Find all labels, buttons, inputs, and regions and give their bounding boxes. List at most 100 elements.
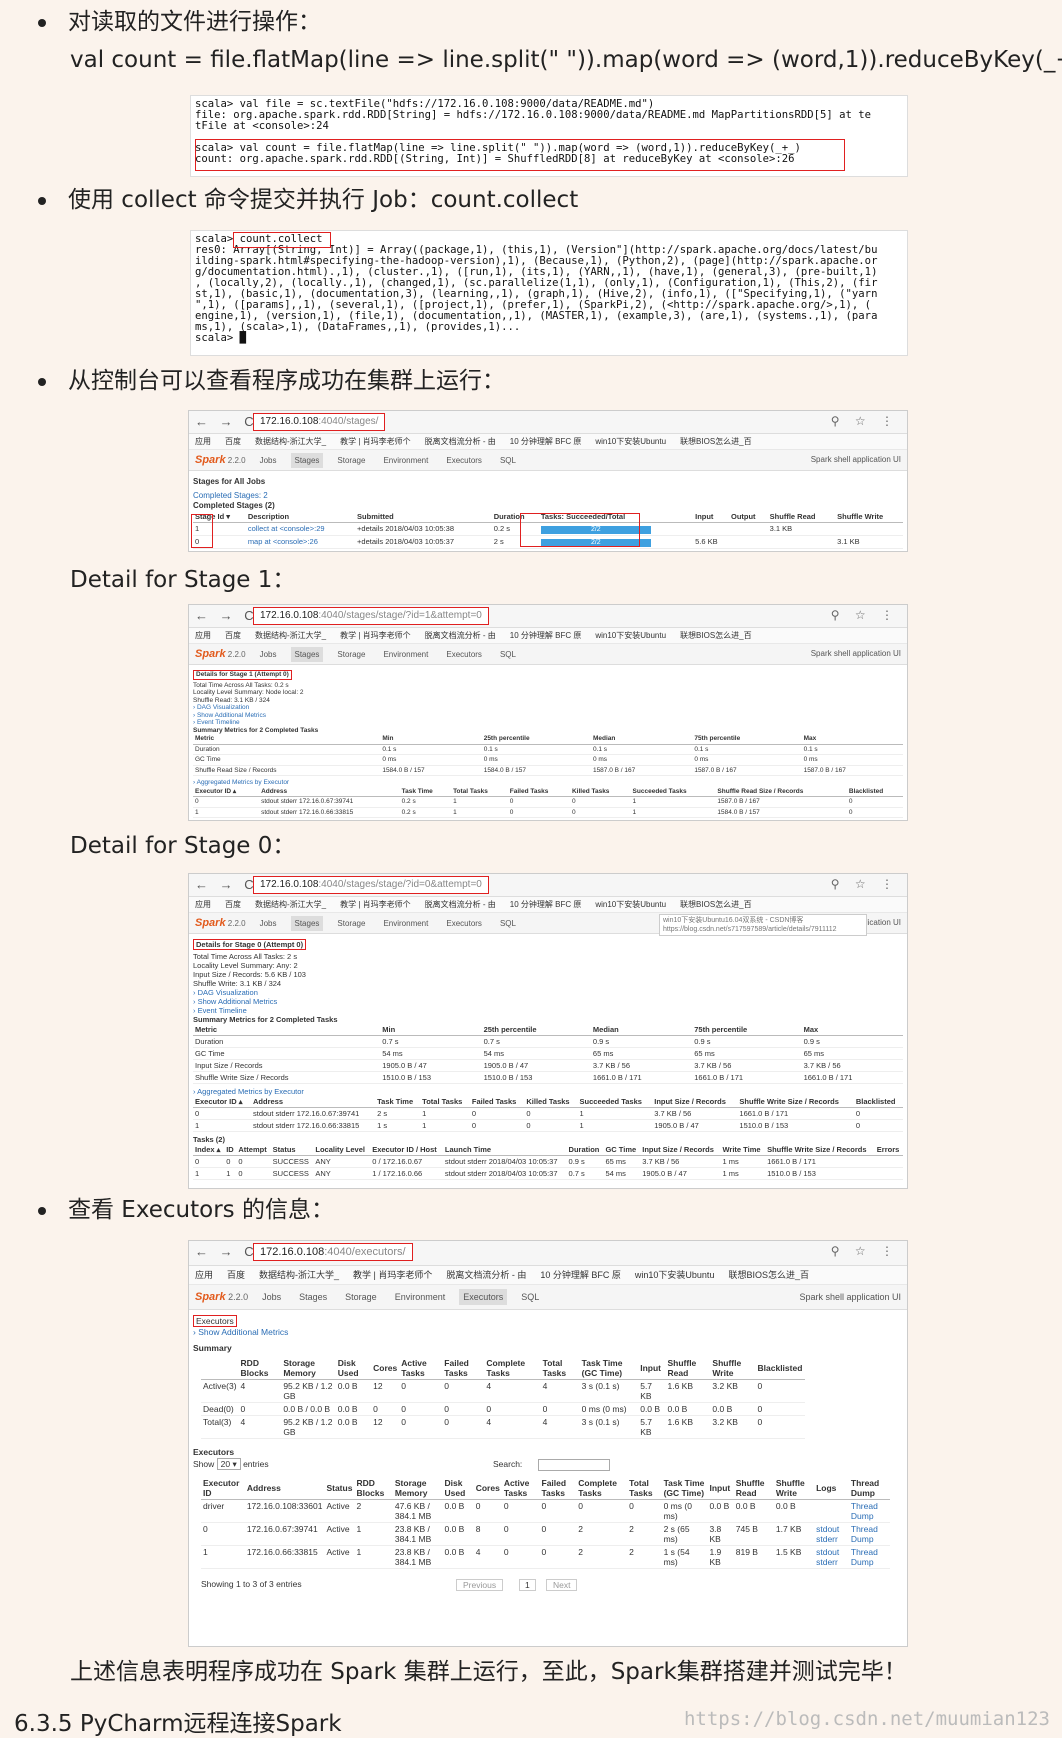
tab-executors[interactable]: Executors: [459, 1289, 508, 1305]
bookmark-item[interactable]: 脱离文档流分析 - 由: [425, 437, 496, 446]
bookmark-item[interactable]: 百度: [227, 1270, 245, 1280]
column-header[interactable]: Thread Dump: [848, 1477, 890, 1500]
column-header[interactable]: Active Tasks: [501, 1477, 540, 1500]
tab-environment[interactable]: Environment: [379, 453, 432, 468]
bookmark-item[interactable]: 脱离文档流分析 - 由: [425, 631, 496, 640]
tab-stages[interactable]: Stages: [290, 916, 324, 931]
column-header[interactable]: GC Time: [603, 1144, 641, 1156]
metric-link[interactable]: › Event Timeline: [193, 1006, 903, 1015]
bookmark-item[interactable]: 应用: [195, 631, 211, 640]
url-field[interactable]: 172.16.0.108:4040/stages/: [253, 413, 386, 431]
column-header[interactable]: Failed Tasks: [539, 1477, 577, 1500]
column-header[interactable]: Disk Used: [335, 1357, 372, 1380]
bookmark-item[interactable]: 百度: [225, 900, 241, 909]
table-cell[interactable]: stdout stderr: [814, 1545, 849, 1569]
column-header[interactable]: Task Time: [375, 1096, 421, 1108]
column-header[interactable]: Total Tasks: [540, 1357, 580, 1380]
metric-link[interactable]: › DAG Visualization: [193, 988, 903, 997]
metric-link[interactable]: › Show Additional Metrics: [193, 712, 903, 720]
column-header[interactable]: Task Time: [399, 786, 452, 797]
bookmark-item[interactable]: 应用: [195, 437, 211, 446]
bookmark-item[interactable]: 教学 | 肖玛李老师个: [340, 900, 411, 909]
column-header[interactable]: Input: [638, 1357, 666, 1380]
column-header[interactable]: Complete Tasks: [484, 1357, 541, 1380]
table-cell[interactable]: stdout stderr: [814, 1522, 849, 1546]
column-header[interactable]: Min: [380, 734, 482, 745]
tab-executors[interactable]: Executors: [442, 453, 486, 468]
column-header[interactable]: Address: [244, 1477, 325, 1500]
column-header[interactable]: Total Tasks: [420, 1096, 470, 1108]
metric-link[interactable]: › DAG Visualization: [193, 704, 903, 712]
column-header[interactable]: Status: [324, 1477, 355, 1500]
tab-stages[interactable]: Stages: [290, 647, 324, 662]
url-field[interactable]: 172.16.0.108:4040/executors/: [253, 1243, 413, 1261]
bookmark-item[interactable]: 联想BIOS怎么进_百: [728, 1270, 809, 1280]
table-cell[interactable]: collect at <console>:29: [245, 522, 356, 536]
column-header[interactable]: Total Tasks: [627, 1477, 662, 1500]
column-header[interactable]: Task Time (GC Time): [661, 1477, 708, 1500]
tab-sql[interactable]: SQL: [496, 916, 520, 931]
column-header[interactable]: Shuffle Write Size / Records: [737, 1096, 854, 1108]
column-header[interactable]: Metric: [193, 734, 381, 745]
column-header[interactable]: Killed Tasks: [524, 1096, 578, 1108]
section-heading[interactable]: › Aggregated Metrics by Executor: [193, 779, 903, 787]
bookmark-item[interactable]: 10 分钟理解 BFC 原: [540, 1270, 621, 1280]
column-header[interactable]: Description: [245, 511, 356, 523]
previous-button[interactable]: Previous: [456, 1579, 504, 1591]
column-header[interactable]: Attempt: [236, 1144, 271, 1156]
column-header[interactable]: Executor ID / Host: [370, 1144, 443, 1156]
column-header[interactable]: Input: [707, 1477, 734, 1500]
column-header[interactable]: Max: [801, 734, 903, 745]
column-header[interactable]: Shuffle Read Size / Records: [715, 786, 847, 797]
bookmark-item[interactable]: 联想BIOS怎么进_百: [680, 437, 752, 446]
bookmark-item[interactable]: win10下安装Ubuntu: [595, 631, 666, 640]
column-header[interactable]: Killed Tasks: [569, 786, 631, 797]
column-header[interactable]: Shuffle Write: [710, 1357, 756, 1380]
column-header[interactable]: Blacklisted: [755, 1357, 805, 1380]
column-header[interactable]: Cores: [371, 1357, 400, 1380]
bookmark-item[interactable]: 百度: [225, 437, 241, 446]
tab-sql[interactable]: SQL: [496, 453, 520, 468]
bookmark-item[interactable]: 10 分钟理解 BFC 原: [510, 900, 582, 909]
column-header[interactable]: Executor ID: [201, 1477, 245, 1500]
column-header[interactable]: Total Tasks: [451, 786, 508, 797]
column-header[interactable]: Address: [259, 786, 400, 797]
column-header[interactable]: RDD Blocks: [354, 1477, 393, 1500]
column-header[interactable]: ID: [224, 1144, 237, 1156]
tab-environment[interactable]: Environment: [379, 647, 432, 662]
bookmark-item[interactable]: 数据结构-浙江大学_: [255, 437, 326, 446]
url-field[interactable]: 172.16.0.108:4040/stages/stage/?id=1&att…: [253, 607, 489, 625]
tab-sql[interactable]: SQL: [517, 1289, 543, 1305]
bookmark-item[interactable]: 数据结构-浙江大学_: [255, 900, 326, 909]
column-header[interactable]: Median: [590, 734, 693, 745]
table-cell[interactable]: Thread Dump: [848, 1499, 890, 1523]
column-header[interactable]: Blacklisted: [846, 786, 903, 797]
column-header[interactable]: Output: [728, 511, 768, 523]
column-header[interactable]: Shuffle Write Size / Records: [765, 1144, 875, 1156]
column-header[interactable]: Shuffle Read: [733, 1477, 774, 1500]
column-header[interactable]: Locality Level: [313, 1144, 371, 1156]
column-header[interactable]: Shuffle Write: [773, 1477, 815, 1500]
tab-stages[interactable]: Stages: [290, 453, 324, 468]
column-header[interactable]: Active Tasks: [399, 1357, 443, 1380]
url-field[interactable]: 172.16.0.108:4040/stages/stage/?id=0&att…: [253, 876, 489, 894]
tab-jobs[interactable]: Jobs: [256, 647, 281, 662]
column-header[interactable]: Failed Tasks: [507, 786, 570, 797]
page-button[interactable]: 1: [519, 1579, 536, 1591]
tab-sql[interactable]: SQL: [496, 647, 520, 662]
column-header[interactable]: Input Size / Records: [652, 1096, 738, 1108]
column-header[interactable]: Write Time: [720, 1144, 766, 1156]
bookmark-item[interactable]: win10下安装Ubuntu: [595, 900, 666, 909]
column-header[interactable]: 75th percentile: [692, 734, 802, 745]
column-header[interactable]: Succeeded Tasks: [630, 786, 716, 797]
column-header[interactable]: Errors: [874, 1144, 903, 1156]
bookmark-item[interactable]: 联想BIOS怎么进_百: [680, 900, 752, 909]
column-header[interactable]: Status: [270, 1144, 314, 1156]
column-header[interactable]: Executor ID ▴: [193, 1096, 251, 1108]
column-header[interactable]: Shuffle Write: [835, 511, 903, 523]
bookmark-item[interactable]: 联想BIOS怎么进_百: [680, 631, 752, 640]
tab-storage[interactable]: Storage: [333, 916, 369, 931]
column-header[interactable]: Failed Tasks: [442, 1357, 485, 1380]
search-input[interactable]: [538, 1459, 610, 1471]
tab-stages[interactable]: Stages: [295, 1289, 331, 1305]
